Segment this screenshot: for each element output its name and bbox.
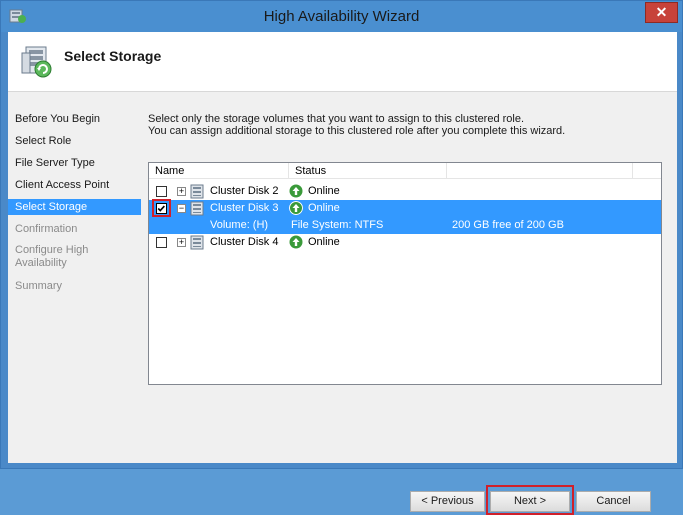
disk-icon bbox=[190, 184, 204, 199]
free-space: 200 GB free of 200 GB bbox=[452, 219, 564, 231]
list-item[interactable]: + Cluster Disk 2 Online bbox=[149, 183, 661, 200]
next-button[interactable]: Next > bbox=[490, 491, 570, 512]
online-icon bbox=[289, 235, 303, 249]
online-icon bbox=[289, 184, 303, 198]
list-item[interactable]: + Cluster Disk 4 Online bbox=[149, 234, 661, 251]
cancel-button[interactable]: Cancel bbox=[576, 491, 651, 512]
wizard-window: High Availability Wizard ✕ Select Storag… bbox=[0, 0, 683, 515]
checkbox-highlight bbox=[152, 199, 171, 217]
disk-4-checkbox[interactable] bbox=[156, 237, 167, 248]
nav-step-file-server-type[interactable]: File Server Type bbox=[8, 157, 141, 170]
disk-icon bbox=[190, 235, 204, 250]
previous-button[interactable]: < Previous bbox=[410, 491, 485, 512]
list-item-selected[interactable]: − Cluster Disk 3 Online bbox=[149, 199, 661, 217]
wizard-client-area: Select Storage Before You Begin Select R… bbox=[8, 32, 677, 515]
storage-wizard-icon bbox=[21, 46, 52, 78]
storage-list[interactable]: Name Status + Cluster Disk 2 Online − Cl… bbox=[148, 162, 662, 385]
disk-status: Online bbox=[308, 236, 340, 248]
nav-step-confirmation: Confirmation bbox=[15, 223, 78, 235]
close-button[interactable]: ✕ bbox=[645, 2, 678, 23]
window-title: High Availability Wizard bbox=[263, 8, 420, 25]
title-bar: High Availability Wizard ✕ bbox=[1, 1, 682, 32]
nav-step-select-role[interactable]: Select Role bbox=[8, 135, 141, 148]
disk-status: Online bbox=[308, 202, 340, 214]
instruction-line-1: Select only the storage volumes that you… bbox=[148, 113, 525, 125]
nav-step-before-you-begin[interactable]: Before You Begin bbox=[8, 113, 141, 126]
expand-icon[interactable]: + bbox=[177, 238, 186, 247]
nav-step-client-access-point[interactable]: Client Access Point bbox=[8, 179, 141, 192]
disk-name: Cluster Disk 2 bbox=[210, 185, 279, 197]
page-title: Select Storage bbox=[64, 48, 162, 64]
expand-icon[interactable]: + bbox=[177, 187, 186, 196]
disk-name: Cluster Disk 4 bbox=[210, 236, 279, 248]
volume-detail-row[interactable]: Volume: (H) File System: NTFS 200 GB fre… bbox=[149, 217, 661, 234]
column-header-name[interactable]: Name bbox=[149, 163, 289, 179]
wizard-steps-nav: Before You Begin Select Role File Server… bbox=[8, 93, 141, 463]
nav-step-select-storage[interactable]: Select Storage bbox=[8, 199, 141, 215]
column-header-blank bbox=[447, 163, 633, 179]
nav-step-configure-high-availability: Configure High Availability bbox=[15, 244, 89, 269]
wizard-content: Select only the storage volumes that you… bbox=[148, 93, 677, 515]
disk-status: Online bbox=[308, 185, 340, 197]
collapse-icon[interactable]: − bbox=[177, 204, 186, 213]
online-icon bbox=[289, 201, 303, 215]
nav-step-summary: Summary bbox=[15, 280, 63, 292]
instructions: Select only the storage volumes that you… bbox=[148, 113, 565, 137]
volume-label: Volume: (H) bbox=[210, 219, 269, 231]
wizard-header: Select Storage bbox=[8, 32, 677, 92]
file-system: File System: NTFS bbox=[291, 219, 384, 231]
instruction-line-2: You can assign additional storage to thi… bbox=[148, 125, 566, 137]
list-header: Name Status bbox=[149, 163, 661, 179]
column-header-status[interactable]: Status bbox=[289, 163, 447, 179]
disk-name: Cluster Disk 3 bbox=[210, 202, 279, 214]
close-icon: ✕ bbox=[655, 4, 668, 20]
disk-icon bbox=[190, 201, 204, 216]
disk-2-checkbox[interactable] bbox=[156, 186, 167, 197]
